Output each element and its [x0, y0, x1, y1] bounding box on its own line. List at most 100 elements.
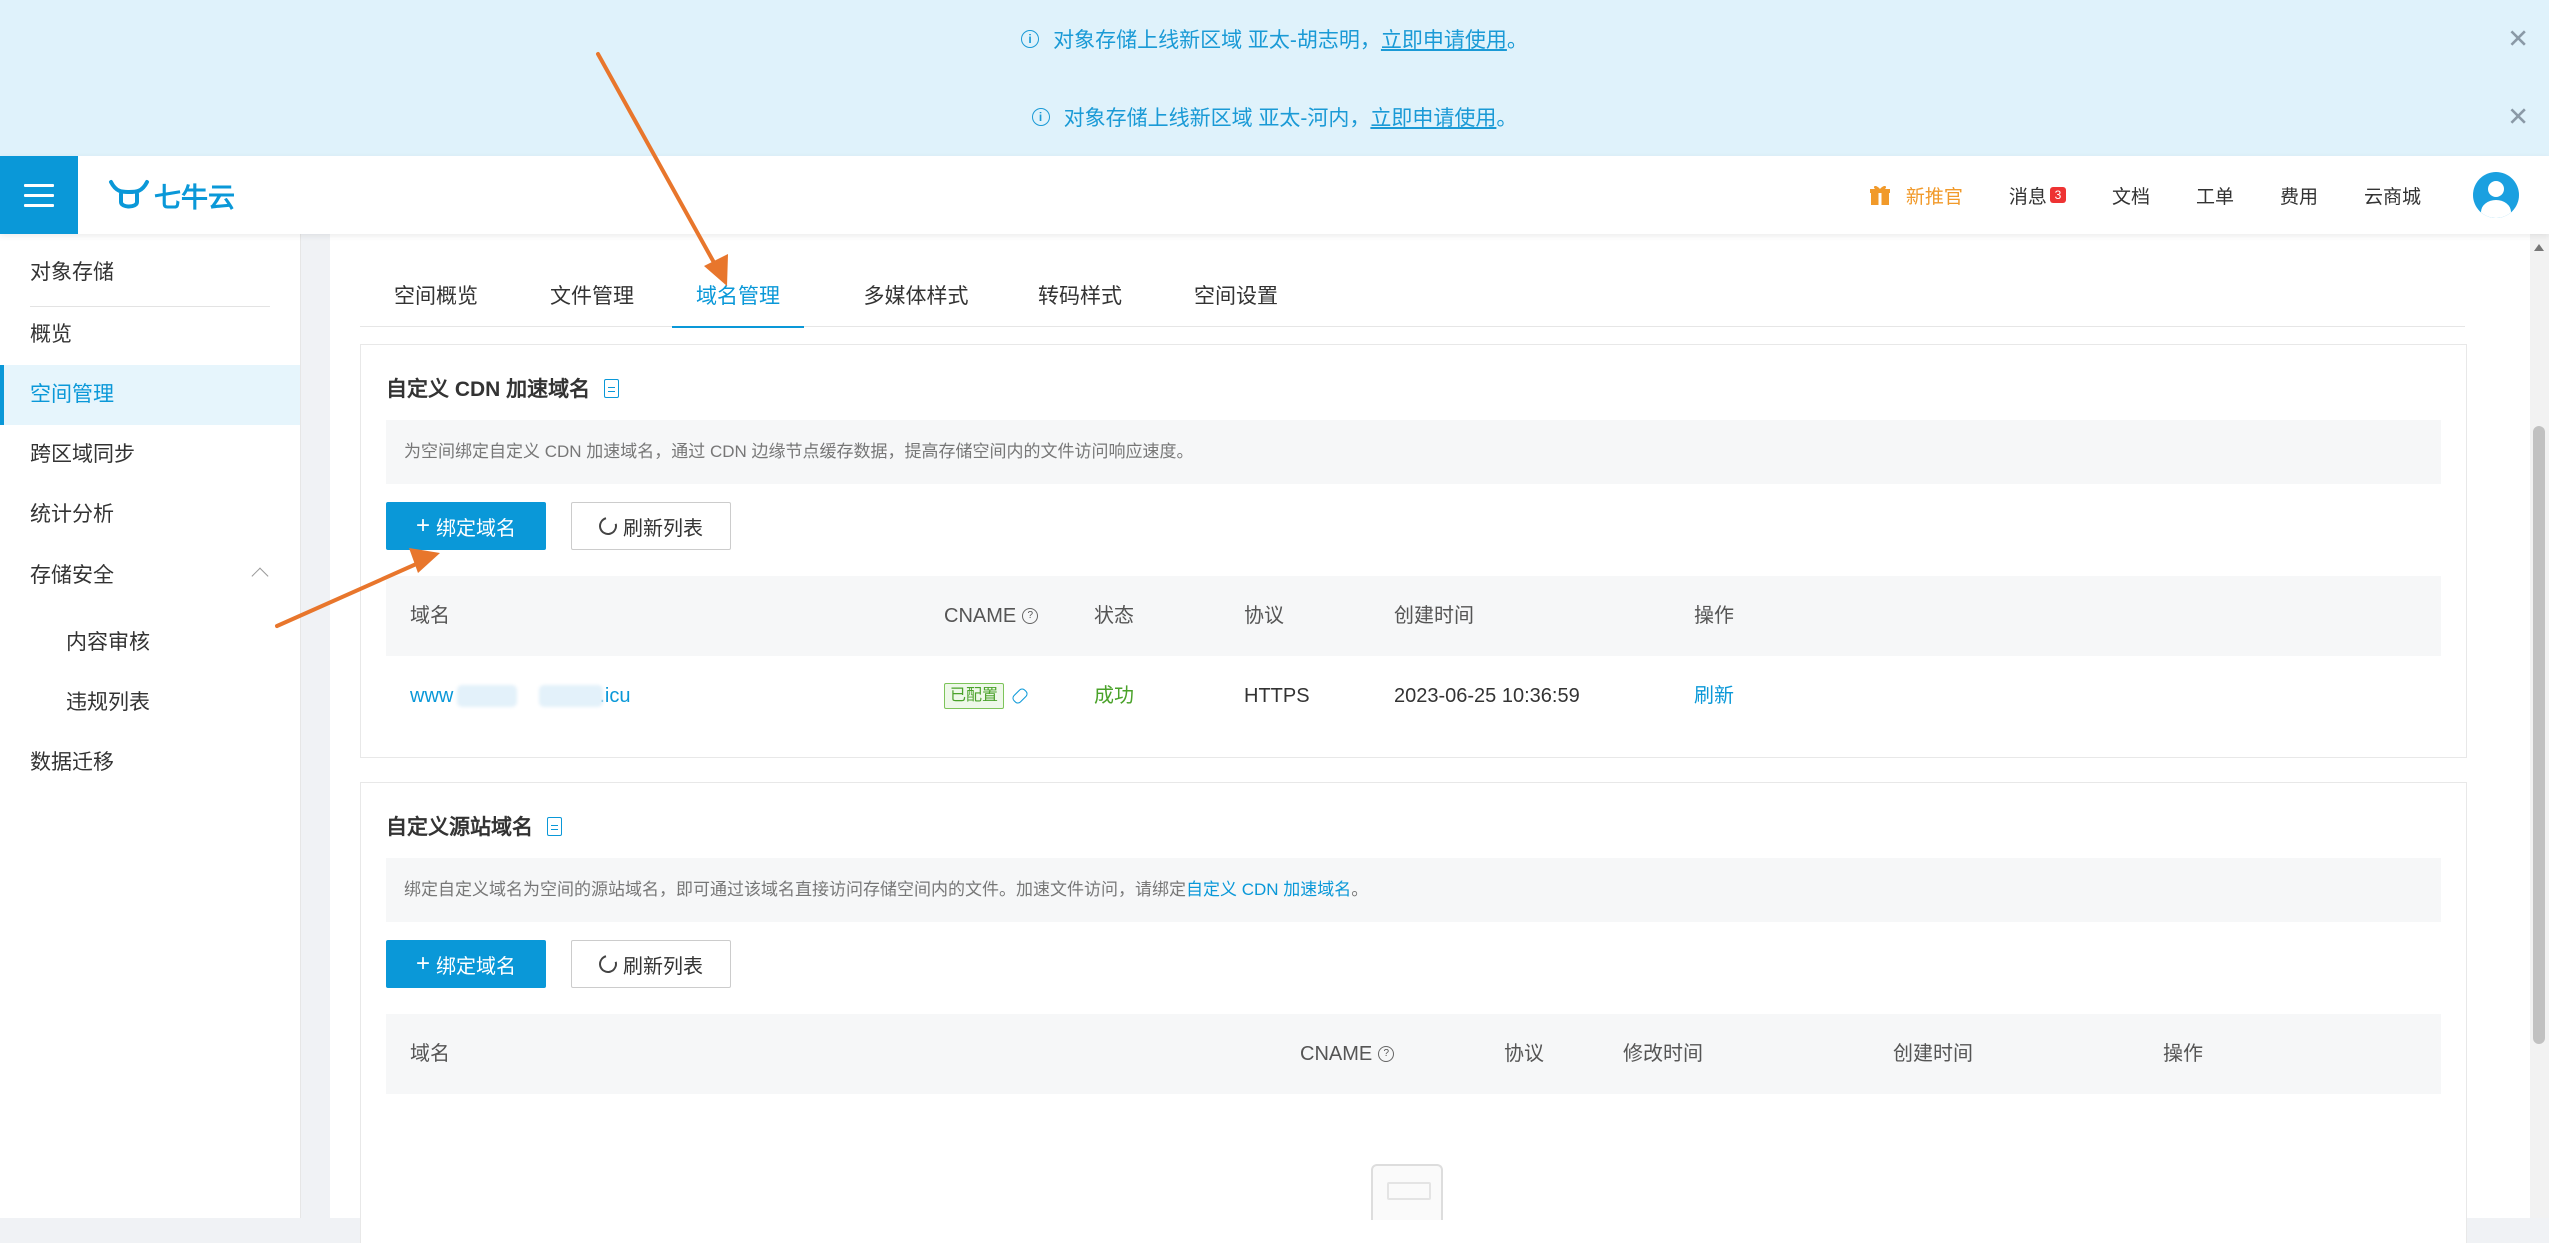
tab-file-management[interactable]: 文件管理 — [540, 280, 644, 326]
col-actions: 操作 — [2163, 1043, 2203, 1065]
sidebar-item-storage-security[interactable]: 存储安全 — [0, 546, 300, 606]
plus-icon: + — [415, 950, 430, 977]
menu-line — [24, 203, 54, 207]
refresh-button-label: 刷新列表 — [623, 517, 703, 540]
cdn-domain-link[interactable]: 自定义 CDN 加速域名 — [1186, 880, 1351, 899]
sidebar: 对象存储 概览 空间管理 跨区域同步 统计分析 存储安全 内容审核 违规列表 数… — [0, 234, 301, 1218]
refresh-button-label: 刷新列表 — [623, 955, 703, 978]
refresh-cdn-list-button[interactable]: 刷新列表 — [571, 502, 731, 550]
domain-suffix: .icu — [599, 685, 631, 707]
menu-line — [24, 193, 54, 197]
page-scrollbar[interactable] — [2530, 234, 2549, 1218]
sidebar-item-label: 存储安全 — [30, 564, 114, 587]
notice-area: i 对象存储上线新区域 亚太-胡志明， 立即申请使用 。 ✕ i 对象存储上线新… — [0, 0, 2549, 156]
sidebar-item-overview[interactable]: 概览 — [0, 305, 300, 365]
gift-icon — [1869, 185, 1890, 205]
link-icon[interactable] — [1010, 686, 1030, 706]
col-created: 创建时间 — [1394, 605, 1474, 627]
domain-prefix: www — [410, 685, 454, 707]
tab-bucket-settings[interactable]: 空间设置 — [1184, 280, 1288, 326]
cdn-description: 为空间绑定自定义 CDN 加速域名，通过 CDN 边缘节点缓存数据，提高存储空间… — [386, 420, 2441, 484]
col-cname: CNAME ? — [944, 576, 1039, 656]
cdn-title-text: 自定义 CDN 加速域名 — [386, 378, 591, 401]
sidebar-title: 对象存储 — [30, 261, 114, 284]
notice-text: 对象存储上线新区域 亚太-胡志明， — [1053, 29, 1381, 52]
bind-button-label: 绑定域名 — [436, 517, 516, 540]
refresh-origin-list-button[interactable]: 刷新列表 — [571, 940, 731, 988]
tab-bucket-overview[interactable]: 空间概览 — [384, 280, 488, 326]
bind-cdn-domain-button[interactable]: + 绑定域名 — [386, 502, 546, 550]
sidebar-item-statistics[interactable]: 统计分析 — [0, 485, 300, 545]
notice-text: 对象存储上线新区域 亚太-河内， — [1063, 107, 1371, 130]
notice-hochiminh: i 对象存储上线新区域 亚太-胡志明， 立即申请使用 。 ✕ — [0, 0, 2549, 78]
notice-apply-link[interactable]: 立即申请使用 — [1381, 24, 1507, 54]
col-domain: 域名 — [410, 1043, 450, 1065]
status-cell: 成功 — [1094, 685, 1134, 707]
domain-cell[interactable]: www .icu — [410, 656, 630, 736]
tab-domain-management[interactable]: 域名管理 — [672, 280, 804, 328]
col-modified: 修改时间 — [1623, 1043, 1703, 1065]
question-icon[interactable]: ? — [1022, 608, 1039, 624]
sidebar-item-cross-region-sync[interactable]: 跨区域同步 — [0, 425, 300, 485]
menu-line — [24, 183, 54, 187]
messages-count-badge: 3 — [2049, 187, 2066, 203]
main-panel: 空间概览 文件管理 域名管理 多媒体样式 转码样式 空间设置 自定义 CDN 加… — [330, 234, 2530, 1243]
notice-apply-link[interactable]: 立即申请使用 — [1370, 102, 1496, 132]
nav-billing[interactable]: 费用 — [2280, 182, 2318, 209]
col-cname-label: CNAME — [1300, 1043, 1373, 1065]
sidebar-item-violation-list[interactable]: 违规列表 — [0, 673, 300, 733]
bucket-tabs: 空间概览 文件管理 域名管理 多媒体样式 转码样式 空间设置 — [360, 234, 2465, 328]
redacted-blur — [457, 685, 518, 707]
qiniu-logo[interactable]: 七牛云 — [108, 174, 235, 216]
col-cname: CNAME ? — [1300, 1014, 1395, 1094]
close-icon[interactable]: ✕ — [2507, 24, 2529, 55]
scroll-thumb[interactable] — [2533, 426, 2545, 1044]
refresh-action-link[interactable]: 刷新 — [1694, 656, 1734, 736]
sidebar-item-content-review[interactable]: 内容审核 — [0, 613, 300, 673]
col-cname-label: CNAME — [944, 605, 1017, 627]
scroll-up-arrow-icon[interactable] — [2534, 244, 2544, 251]
nav-docs[interactable]: 文档 — [2112, 182, 2150, 209]
tab-media-styles[interactable]: 多媒体样式 — [851, 280, 981, 326]
col-protocol: 协议 — [1504, 1043, 1544, 1065]
nav-marketplace[interactable]: 云商城 — [2364, 182, 2421, 209]
info-icon: i — [1021, 30, 1040, 48]
notice-hanoi: i 对象存储上线新区域 亚太-河内， 立即申请使用 。 ✕ — [0, 78, 2549, 156]
close-icon[interactable]: ✕ — [2507, 102, 2529, 133]
info-icon: i — [1031, 108, 1050, 126]
sidebar-item-bucket-management[interactable]: 空间管理 — [0, 365, 300, 425]
origin-description: 绑定自定义域名为空间的源站域名，即可通过该域名直接访问存储空间内的文件。加速文件… — [386, 858, 2441, 922]
document-icon[interactable] — [604, 378, 620, 398]
col-created: 创建时间 — [1893, 1043, 1973, 1065]
created-cell: 2023-06-25 10:36:59 — [1394, 685, 1580, 707]
origin-description-text: 绑定自定义域名为空间的源站域名，即可通过该域名直接访问存储空间内的文件。加速文件… — [404, 880, 1186, 899]
refresh-icon — [595, 513, 621, 539]
notice-suffix: 。 — [1496, 107, 1518, 130]
nav-messages[interactable]: 消息 3 — [2009, 182, 2066, 209]
nav-recommend[interactable]: 新推官 — [1869, 182, 1963, 209]
nav-messages-label: 消息 — [2008, 186, 2047, 208]
cdn-section-title: 自定义 CDN 加速域名 — [386, 373, 620, 403]
user-avatar[interactable] — [2473, 172, 2519, 218]
header-nav: 新推官 消息 3 文档 工单 费用 云商城 — [1824, 156, 2519, 234]
logo-text: 七牛云 — [154, 182, 235, 213]
empty-box-icon — [1371, 1164, 1443, 1220]
tab-transcode-styles[interactable]: 转码样式 — [1028, 280, 1132, 326]
origin-description-end: 。 — [1351, 880, 1369, 899]
origin-title-text: 自定义源站域名 — [386, 816, 533, 839]
nav-tickets[interactable]: 工单 — [2196, 182, 2234, 209]
col-status: 状态 — [1094, 605, 1134, 627]
refresh-icon — [595, 951, 621, 977]
redacted-blur — [539, 685, 604, 707]
chevron-up-icon — [251, 567, 269, 585]
hamburger-menu-button[interactable] — [0, 156, 78, 234]
document-icon[interactable] — [547, 816, 562, 836]
sidebar-item-data-migration[interactable]: 数据迁移 — [0, 733, 300, 793]
origin-table-header: 域名 CNAME ? 协议 修改时间 创建时间 操作 — [386, 1014, 2441, 1094]
col-domain: 域名 — [410, 605, 450, 627]
table-row: www .icu 已配置 成功 HTTPS 2023-06-25 10:36:5… — [386, 656, 2441, 736]
cname-configured-tag: 已配置 — [944, 683, 1005, 709]
bind-origin-domain-button[interactable]: + 绑定域名 — [386, 940, 546, 988]
question-icon[interactable]: ? — [1378, 1046, 1395, 1062]
cdn-domain-card: 自定义 CDN 加速域名 为空间绑定自定义 CDN 加速域名，通过 CDN 边缘… — [360, 344, 2467, 758]
